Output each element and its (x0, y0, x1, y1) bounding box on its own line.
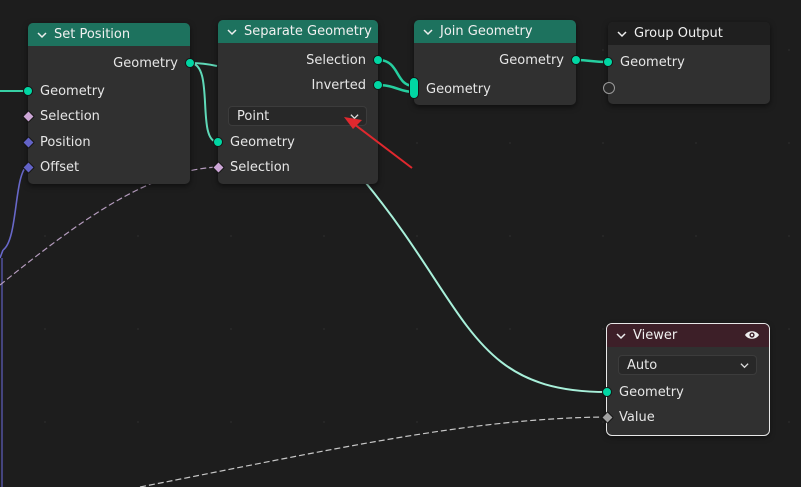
input-row-geometry: Geometry (28, 81, 190, 101)
socket-label: Selection (306, 52, 366, 68)
node-title: Join Geometry (440, 24, 533, 39)
input-socket-geometry[interactable] (603, 57, 613, 67)
node-title: Viewer (633, 328, 678, 343)
socket-label: Geometry (113, 55, 178, 71)
chevron-down-icon (350, 114, 359, 120)
node-join-geometry[interactable]: Join Geometry Geometry Geometry (409, 20, 581, 105)
chevron-down-icon[interactable] (616, 331, 626, 341)
output-row-selection: Selection (218, 50, 378, 70)
output-socket-inverted[interactable] (373, 80, 383, 90)
node-title: Separate Geometry (244, 24, 372, 39)
node-header[interactable]: Join Geometry (414, 20, 576, 43)
chevron-down-icon (740, 363, 749, 369)
socket-label: Offset (40, 159, 80, 175)
output-row-geometry: Geometry (28, 53, 190, 73)
input-row-geometry: Geometry (218, 132, 378, 152)
socket-label: Selection (230, 159, 290, 175)
link-offset-left (0, 249, 4, 259)
domain-value: Auto (627, 357, 658, 373)
node-title: Group Output (634, 26, 723, 41)
input-socket-geometry-multi[interactable] (409, 77, 419, 99)
chevron-down-icon[interactable] (37, 30, 47, 40)
input-row-value: Value (607, 407, 769, 427)
node-header[interactable]: Separate Geometry (218, 20, 378, 43)
output-socket-geometry[interactable] (185, 58, 195, 68)
input-row-geometry: Geometry (414, 79, 576, 99)
socket-label: Geometry (620, 54, 685, 70)
socket-label: Geometry (499, 52, 564, 68)
link-offset (2, 165, 28, 251)
output-socket-selection[interactable] (373, 55, 383, 65)
output-row-inverted: Inverted (218, 75, 378, 95)
input-row-selection: Selection (218, 157, 378, 177)
output-socket-geometry[interactable] (571, 55, 581, 65)
socket-label: Geometry (426, 81, 491, 97)
socket-label: Selection (40, 108, 100, 124)
input-row-geometry: Geometry (608, 52, 770, 72)
socket-label: Geometry (40, 83, 105, 99)
domain-dropdown[interactable]: Point (228, 106, 367, 126)
node-editor-canvas[interactable]: Set Position Geometry Geometry Selection… (0, 0, 801, 487)
output-row-geometry: Geometry (414, 50, 576, 70)
link-to-viewer-geometry (365, 182, 608, 393)
chevron-down-icon[interactable] (617, 29, 627, 39)
chevron-down-icon[interactable] (227, 27, 237, 37)
node-header[interactable]: Viewer (607, 324, 769, 347)
link-to-viewer-value (139, 416, 608, 487)
link-selection-to-join (377, 58, 414, 88)
eye-icon[interactable] (744, 328, 760, 342)
input-row-selection: Selection (28, 106, 190, 126)
input-socket-geometry[interactable] (602, 387, 612, 397)
node-viewer[interactable]: Viewer Auto Geometry Value (601, 323, 770, 436)
socket-label: Inverted (311, 77, 366, 93)
domain-dropdown[interactable]: Auto (618, 355, 757, 375)
link-setpos-to-separate (189, 62, 218, 143)
link-selection-field (0, 166, 219, 286)
node-separate-geometry[interactable]: Separate Geometry Selection Inverted Poi… (212, 20, 383, 184)
socket-label: Position (40, 134, 91, 150)
chevron-down-icon[interactable] (423, 27, 433, 37)
node-title: Set Position (54, 27, 131, 42)
input-socket-geometry[interactable] (213, 137, 223, 147)
node-header[interactable]: Set Position (28, 23, 190, 46)
socket-label: Value (619, 409, 655, 425)
socket-label: Geometry (619, 384, 684, 400)
input-row-offset: Offset (28, 157, 190, 177)
input-socket-empty[interactable] (603, 82, 615, 94)
input-socket-geometry[interactable] (23, 86, 33, 96)
node-group-output[interactable]: Group Output Geometry (603, 22, 770, 104)
input-row-position: Position (28, 132, 190, 152)
input-row-geometry: Geometry (607, 382, 769, 402)
socket-label: Geometry (230, 134, 295, 150)
node-header[interactable]: Group Output (608, 22, 770, 45)
domain-value: Point (237, 108, 270, 124)
node-set-position[interactable]: Set Position Geometry Geometry Selection… (22, 23, 195, 184)
